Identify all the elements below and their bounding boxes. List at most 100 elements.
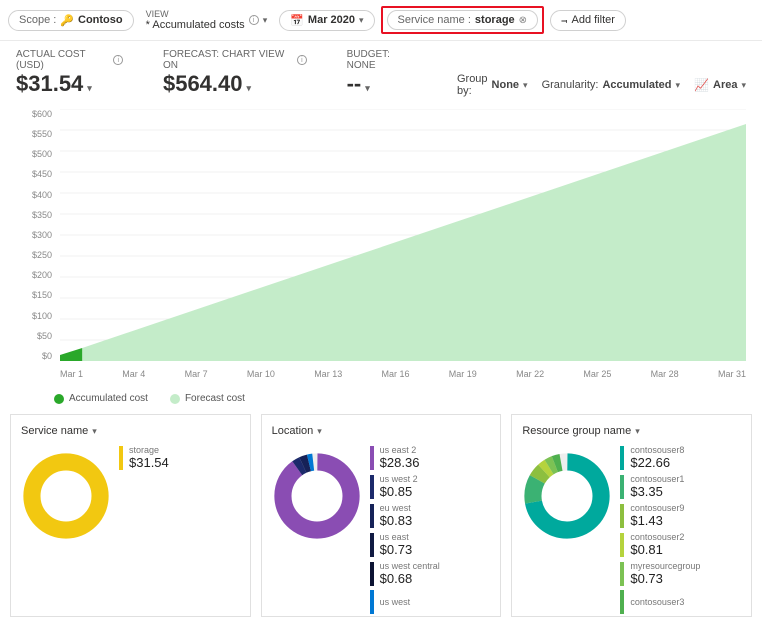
group-by-control[interactable]: Group by: None ▾ [457,73,528,97]
y-tick: $250 [16,250,56,260]
color-bar-icon [620,562,624,586]
service-filter-pill[interactable]: Service name : storage ⊗ [387,10,539,30]
info-icon: i [249,15,259,25]
color-bar-icon [620,504,624,528]
location-list: us east 2$28.36 us west 2$0.85 eu west$0.8… [370,445,491,614]
list-item[interactable]: us east 2$28.36 [370,445,491,470]
x-tick: Mar 7 [185,369,208,379]
chart-legend: Accumulated cost Forecast cost [0,391,762,414]
item-name: us east 2 [380,445,420,455]
color-bar-icon [370,590,374,614]
y-tick: $500 [16,149,56,159]
filter-label: Service name : [398,14,471,26]
color-bar-icon [370,446,374,470]
y-tick: $200 [16,270,56,280]
list-item[interactable]: us west [370,590,491,614]
legend-accum-label: Accumulated cost [69,393,148,404]
forecast-metric[interactable]: FORECAST: CHART VIEW ONi $564.40▾ [163,49,307,97]
rg-list: contosouser8$22.66 contosouser1$3.35 conto… [620,445,741,614]
chevron-down-icon: ▾ [676,80,681,91]
forecast-label: FORECAST: CHART VIEW ON [163,49,293,71]
date-value: Mar 2020 [308,14,355,26]
y-tick: $0 [16,351,56,361]
chevron-down-icon: ▾ [741,80,746,91]
chevron-down-icon: ▾ [359,15,364,26]
active-filter-highlight: Service name : storage ⊗ [381,6,545,34]
filter-icon: ⫬ [561,14,567,27]
item-value: $0.73 [380,542,413,557]
item-value: $0.81 [630,542,684,557]
chevron-down-icon: ▾ [635,426,640,437]
item-value: $0.73 [630,571,700,586]
panel-title-location[interactable]: Location ▾ [272,425,491,437]
date-pill[interactable]: 📅 Mar 2020 ▾ [279,10,374,31]
item-name: us west 2 [380,474,418,484]
list-item[interactable]: us west central$0.68 [370,561,491,586]
swatch-icon [54,394,64,404]
panel-title-rg[interactable]: Resource group name ▾ [522,425,741,437]
chevron-down-icon: ▾ [87,83,92,94]
breakdown-panels: Service name ▾ storage$31.54 Location ▾ [0,414,762,627]
y-tick: $600 [16,109,56,119]
item-value: $0.85 [380,484,418,499]
scope-pill[interactable]: Scope : 🔑 Contoso [8,10,134,31]
y-tick: $300 [16,230,56,240]
list-item[interactable]: contosouser3 [620,590,741,614]
donut-location [272,451,362,541]
color-bar-icon [370,533,374,557]
color-bar-icon [370,475,374,499]
granularity-control[interactable]: Granularity: Accumulated ▾ [542,79,680,91]
top-toolbar: Scope : 🔑 Contoso VIEW * Accumulated cos… [0,0,762,41]
legend-accumulated[interactable]: Accumulated cost [54,393,148,404]
x-tick: Mar 4 [122,369,145,379]
list-item[interactable]: contosouser8$22.66 [620,445,741,470]
list-item[interactable]: us east$0.73 [370,532,491,557]
y-tick: $100 [16,311,56,321]
view-selector[interactable]: VIEW * Accumulated costs i ▾ [140,7,274,33]
actual-label: ACTUAL COST (USD) [16,49,109,71]
chart-controls: Group by: None ▾ Granularity: Accumulate… [457,73,746,97]
y-tick: $150 [16,290,56,300]
item-value: $1.43 [630,513,684,528]
group-label: Group by: [457,73,488,97]
item-value: $31.54 [129,455,169,470]
add-filter-pill[interactable]: ⫬ Add filter [550,10,626,31]
donut-rg [522,451,612,541]
main-area-chart: $600$550$500$450$400$350$300$250$200$150… [16,109,746,389]
list-item[interactable]: contosouser9$1.43 [620,503,741,528]
list-item[interactable]: eu west$0.83 [370,503,491,528]
x-tick: Mar 19 [449,369,477,379]
list-item[interactable]: contosouser2$0.81 [620,532,741,557]
chevron-down-icon: ▾ [92,426,97,437]
color-bar-icon [620,533,624,557]
area-chart-icon: 📈 [694,78,709,92]
panel-service-name: Service name ▾ storage$31.54 [10,414,251,617]
color-bar-icon [620,446,624,470]
list-item[interactable]: us west 2$0.85 [370,474,491,499]
x-tick: Mar 31 [718,369,746,379]
color-bar-icon [370,504,374,528]
color-bar-icon [620,590,624,614]
actual-cost-metric[interactable]: ACTUAL COST (USD)i $31.54▾ [16,49,123,97]
panel-title-service[interactable]: Service name ▾ [21,425,240,437]
chart-type-value: Area [713,79,737,91]
list-item[interactable]: storage$31.54 [119,445,240,470]
service-list: storage$31.54 [119,445,240,470]
x-tick: Mar 10 [247,369,275,379]
budget-label: BUDGET: NONE [347,49,417,71]
chart-type-control[interactable]: 📈 Area ▾ [694,78,746,92]
legend-forecast[interactable]: Forecast cost [170,393,245,404]
close-icon[interactable]: ⊗ [519,15,527,26]
x-tick: Mar 25 [583,369,611,379]
group-value: None [492,79,520,91]
calendar-icon: 📅 [290,14,304,27]
budget-metric[interactable]: BUDGET: NONE --▾ [347,49,417,97]
donut-service [21,451,111,541]
list-item[interactable]: contosouser1$3.35 [620,474,741,499]
swatch-icon [170,394,180,404]
x-tick: Mar 13 [314,369,342,379]
list-item[interactable]: myresourcegroup$0.73 [620,561,741,586]
item-value: $28.36 [380,455,420,470]
legend-forecast-label: Forecast cost [185,393,245,404]
forecast-value: $564.40 [163,71,243,97]
